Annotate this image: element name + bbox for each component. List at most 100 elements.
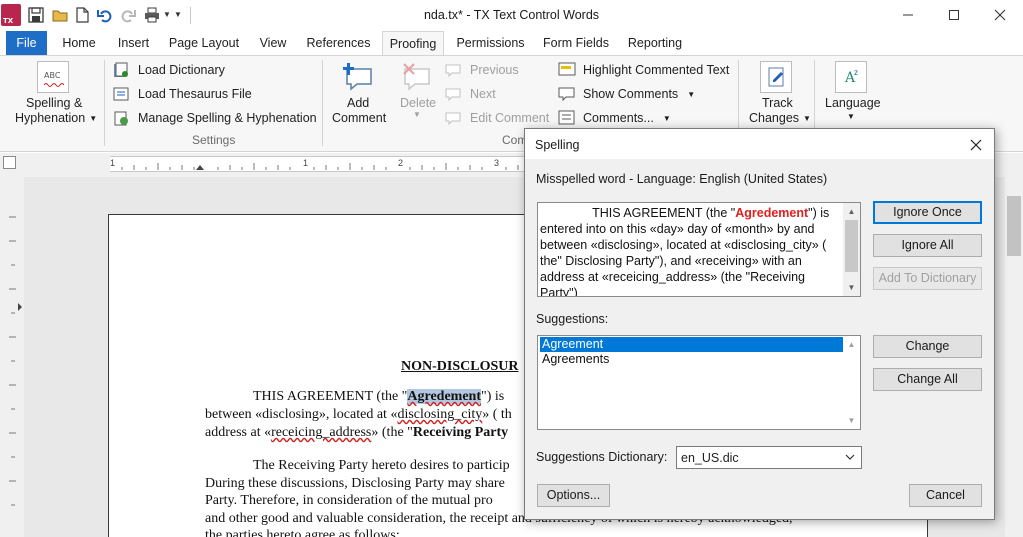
misspelled-context-textbox[interactable]: THIS AGREEMENT (the "Agredement") is ent… (537, 202, 861, 297)
change-all-button[interactable]: Change All (873, 368, 982, 391)
scroll-up-icon[interactable]: ▲ (843, 336, 860, 353)
scroll-up-icon[interactable]: ▲ (843, 203, 860, 220)
scroll-down-icon[interactable]: ▼ (843, 412, 860, 429)
ignore-all-button[interactable]: Ignore All (873, 234, 982, 257)
add-comment-label-1[interactable]: Add (347, 96, 369, 110)
suggestion-item[interactable]: Agreements (540, 352, 843, 367)
show-comments-icon (558, 86, 576, 105)
redo-icon[interactable] (119, 6, 137, 24)
open-folder-icon[interactable] (51, 6, 69, 24)
load-thesaurus-button[interactable]: Load Thesaurus File (138, 87, 252, 101)
maximize-button[interactable] (931, 0, 977, 31)
document-line: THIS AGREEMENT (the "Agredement") is (253, 389, 504, 405)
doc-text-run: » (the " (371, 425, 413, 440)
misspelled-word-highlight[interactable]: Agredement (407, 389, 481, 404)
language-dropdown-icon[interactable]: ▼ (847, 112, 855, 121)
horizontal-ruler[interactable]: 1 1 2 3 (110, 156, 530, 172)
close-window-button[interactable] (977, 0, 1023, 31)
new-document-icon[interactable] (73, 6, 91, 24)
app-logo-icon (1, 4, 21, 26)
previous-comment-icon (445, 63, 461, 80)
spelling-icon[interactable]: ABC (37, 61, 69, 93)
add-comment-label-2[interactable]: Comment (332, 111, 386, 125)
tab-permissions[interactable]: Permissions (452, 31, 529, 56)
tab-home[interactable]: Home (55, 31, 103, 56)
print-icon[interactable] (143, 6, 161, 24)
track-changes-label-1[interactable]: Track (762, 96, 793, 110)
tab-insert[interactable]: Insert (111, 31, 156, 56)
undo-icon[interactable] (96, 6, 114, 24)
svg-text:z: z (854, 68, 858, 77)
document-line: between «disclosing», located at «disclo… (205, 407, 512, 423)
comments-text: Comments... (583, 111, 654, 125)
tab-reporting[interactable]: Reporting (623, 31, 687, 56)
suggestions-scrollbar[interactable]: ▲ ▼ (843, 336, 860, 429)
context-scrollbar[interactable]: ▲ ▼ (843, 203, 860, 296)
spelling-dialog: Spelling Misspelled word - Language: Eng… (524, 128, 995, 520)
show-comments-dropdown-icon: ▼ (687, 90, 696, 100)
delete-comment-button: Delete (400, 96, 437, 110)
doc-text-run: ") is (481, 389, 505, 404)
spelling-label-2[interactable]: Hyphenation ▼ (15, 111, 97, 125)
language-label[interactable]: Language (825, 96, 881, 110)
context-text: THIS AGREEMENT (the "Agredement") is ent… (540, 205, 844, 296)
add-comment-icon[interactable] (343, 61, 375, 96)
tab-form-fields[interactable]: Form Fields (537, 31, 615, 56)
settings-group-label: Settings (192, 133, 236, 147)
misspelled-header-label: Misspelled word - Language: English (Uni… (536, 172, 828, 186)
document-heading: NON-DISCLOSUR (401, 359, 519, 374)
doc-text-run: address at « (205, 425, 272, 440)
comments-dropdown-icon: ▼ (662, 114, 671, 124)
next-comment-button: Next (470, 87, 496, 101)
scroll-down-icon[interactable]: ▼ (843, 279, 860, 296)
tab-references[interactable]: References (302, 31, 375, 56)
print-dropdown-icon[interactable]: ▼ (163, 10, 171, 19)
minimize-button[interactable] (885, 0, 931, 31)
dialog-title-bar[interactable] (525, 129, 994, 159)
dialog-title: Spelling (535, 138, 580, 152)
cancel-button[interactable]: Cancel (909, 484, 982, 507)
context-scrollbar-thumb[interactable] (845, 220, 858, 272)
spelling-label-1[interactable]: Spelling & (26, 96, 82, 110)
language-icon[interactable]: Az (835, 61, 867, 93)
chevron-down-icon (845, 454, 855, 460)
manage-spelling-button[interactable]: Manage Spelling & Hyphenation (138, 111, 317, 125)
suggestions-dictionary-select[interactable]: en_US.dic (676, 446, 862, 469)
tab-page-layout[interactable]: Page Layout (164, 31, 244, 56)
customize-qat-icon[interactable]: ▼ (174, 10, 182, 19)
load-dictionary-button[interactable]: Load Dictionary (138, 63, 225, 77)
dialog-close-button[interactable] (965, 135, 987, 155)
doc-text-run: THIS AGREEMENT (the " (253, 389, 408, 404)
spelling-error-run[interactable]: receicing_address (271, 425, 371, 440)
comments-icon (558, 110, 576, 129)
tab-proofing[interactable]: Proofing (382, 31, 444, 56)
track-changes-icon[interactable] (760, 61, 792, 93)
tab-file[interactable]: File (6, 31, 47, 56)
document-line: Party. Therefore, in consideration of th… (205, 493, 493, 508)
show-comments-button[interactable]: Show Comments ▼ (583, 87, 695, 101)
previous-comment-button: Previous (470, 63, 519, 77)
spelling-dropdown-icon: ▼ (89, 114, 98, 124)
track-changes-label-2[interactable]: Changes ▼ (749, 111, 811, 125)
suggestion-item[interactable]: Agreement (540, 337, 843, 352)
doc-text-run: Receiving Party (412, 425, 509, 440)
save-icon[interactable] (27, 6, 45, 24)
edit-comment-icon (445, 111, 461, 128)
delete-comment-icon (401, 61, 433, 96)
delete-dropdown-icon: ▼ (413, 110, 421, 119)
highlight-commented-button[interactable]: Highlight Commented Text (583, 63, 729, 77)
document-line: address at «receicing_address» (the "Rec… (205, 425, 508, 441)
change-button[interactable]: Change (873, 335, 982, 358)
document-scrollbar-thumb[interactable] (1007, 196, 1021, 256)
spelling-error-run[interactable]: disclosing_city (397, 407, 482, 422)
suggestions-listbox[interactable]: Agreement Agreements ▲ ▼ (537, 335, 861, 430)
comments-button[interactable]: Comments... ▼ (583, 111, 671, 125)
tab-view[interactable]: View (252, 31, 294, 56)
load-dictionary-icon (113, 62, 129, 81)
manage-spelling-icon (113, 110, 129, 129)
document-line: During these discussions, Disclosing Par… (205, 476, 505, 491)
tab-stop-selector[interactable] (3, 156, 16, 169)
ignore-once-button[interactable]: Ignore Once (873, 201, 982, 224)
options-button[interactable]: Options... (537, 484, 610, 507)
document-line: The Receiving Party hereto desires to pa… (253, 458, 510, 473)
